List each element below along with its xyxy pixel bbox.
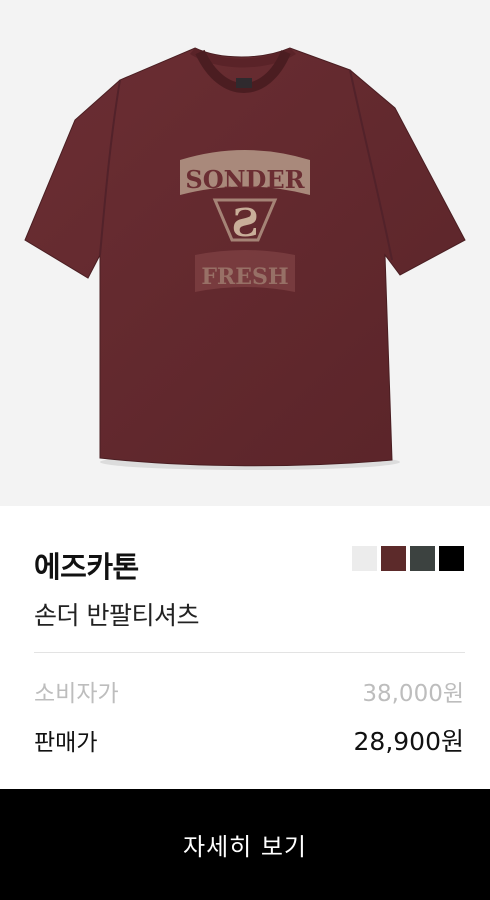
retail-price-label: 소비자가: [34, 681, 119, 707]
retail-price-row: 소비자가 38,000원: [34, 674, 464, 708]
color-swatches: [352, 546, 464, 571]
tshirt-illustration: SONDER Ƨ FRESH: [24, 47, 466, 470]
color-swatch-black[interactable]: [439, 546, 464, 571]
graphic-text-bottom: FRESH: [201, 264, 288, 290]
svg-text:Ƨ: Ƨ: [231, 200, 258, 245]
view-details-button[interactable]: 자세히 보기: [0, 789, 490, 900]
brand-name[interactable]: 에즈카톤: [34, 544, 139, 586]
divider: [34, 652, 465, 653]
color-swatch-light[interactable]: [352, 546, 377, 571]
color-swatch-burgundy[interactable]: [381, 546, 406, 571]
product-name[interactable]: 손더 반팔티셔츠: [34, 596, 199, 632]
color-swatch-charcoal[interactable]: [410, 546, 435, 571]
sale-price-value: 28,900원: [353, 727, 464, 756]
sale-price-label: 판매가: [34, 730, 98, 756]
product-image[interactable]: SONDER Ƨ FRESH: [0, 0, 490, 506]
product-info: 에즈카톤 손더 반팔티셔츠 소비자가 38,000원 판매가 28,900원: [0, 506, 490, 789]
retail-price-value: 38,000원: [362, 681, 464, 707]
sale-price-row: 판매가 28,900원: [34, 722, 464, 758]
graphic-text-top: SONDER: [185, 165, 305, 194]
